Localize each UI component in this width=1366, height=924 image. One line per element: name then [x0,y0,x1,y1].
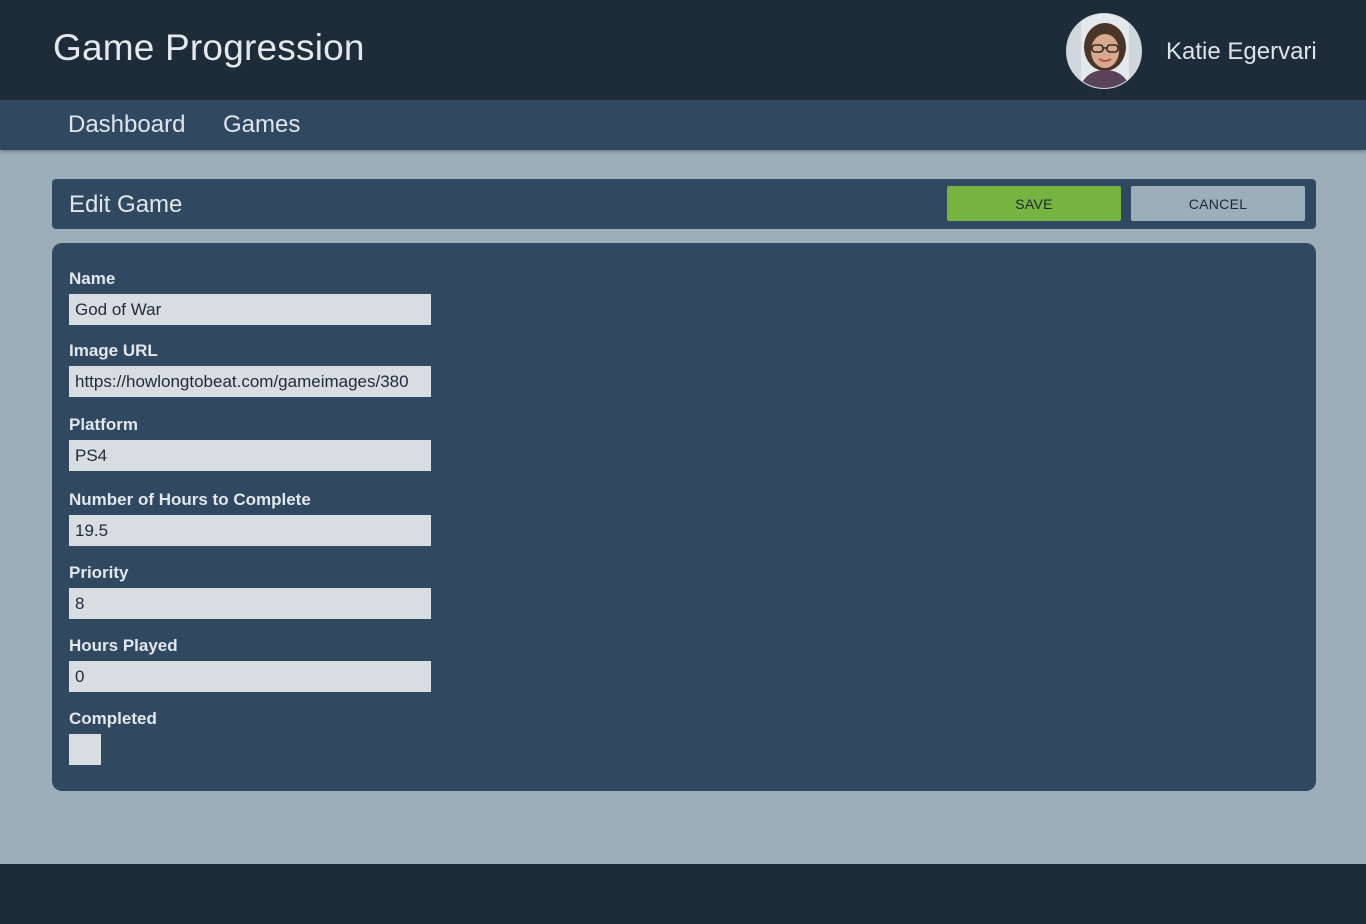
priority-label: Priority [69,563,129,582]
edit-game-form: Name Image URL Platform Number of Hours … [52,243,1316,791]
user-name: Katie Egervari [1166,38,1317,65]
nav-item-dashboard[interactable]: Dashboard [68,111,185,139]
completed-label: Completed [69,709,157,728]
name-field[interactable] [69,294,431,325]
page-title: Edit Game [69,191,183,218]
save-button[interactable]: SAVE [947,186,1121,221]
page-header: Edit Game SAVE CANCEL [52,179,1316,229]
completed-checkbox[interactable] [69,734,101,765]
hours-played-label: Hours Played [69,636,178,655]
image-url-field[interactable] [69,366,431,397]
avatar[interactable] [1066,13,1142,89]
main-nav: Dashboard Games [0,100,1366,150]
footer [0,864,1366,924]
top-bar: Game Progression Katie Egervari [0,0,1366,100]
hours-to-complete-field[interactable] [69,515,431,546]
name-label: Name [69,269,116,288]
hours-played-field[interactable] [69,661,431,692]
app-title: Game Progression [53,27,365,68]
priority-field[interactable] [69,588,431,619]
platform-label: Platform [69,415,138,434]
platform-field[interactable] [69,440,431,471]
image-url-label: Image URL [69,341,158,360]
nav-item-games[interactable]: Games [223,111,300,139]
cancel-button[interactable]: CANCEL [1131,186,1305,221]
user-avatar-icon [1067,14,1141,88]
hours-to-complete-label: Number of Hours to Complete [69,490,311,509]
